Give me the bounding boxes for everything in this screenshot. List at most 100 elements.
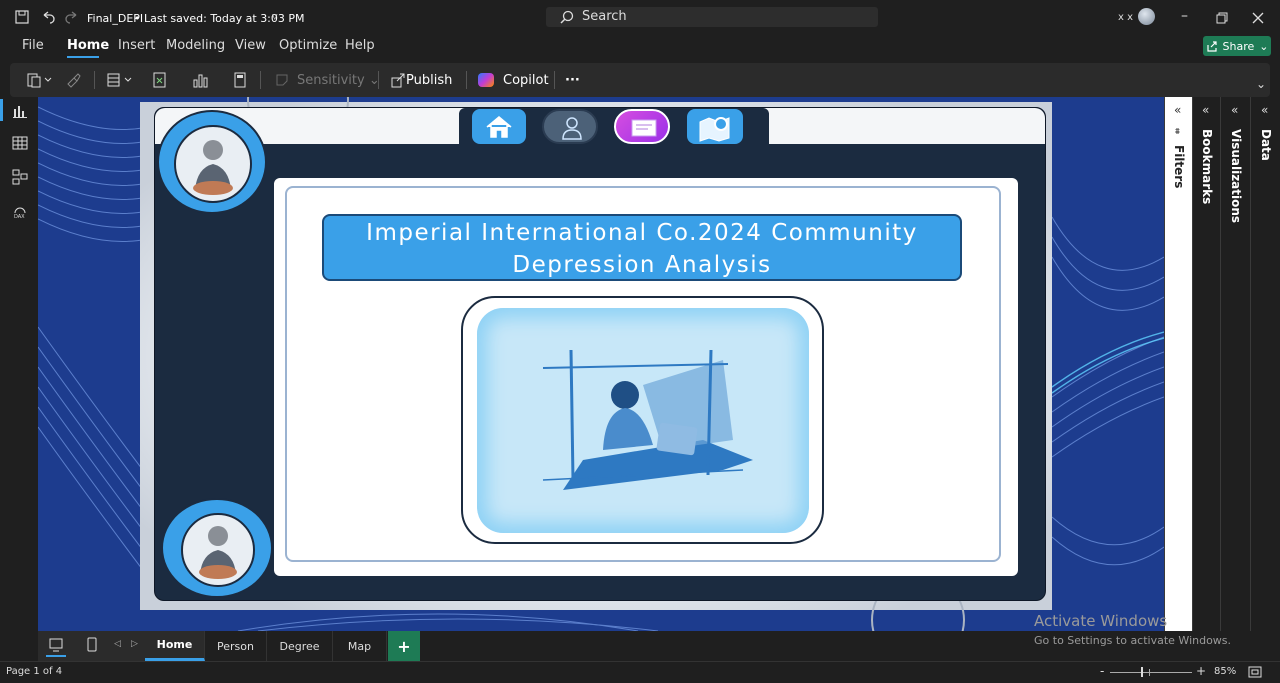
report-title-line2: Depression Analysis [512,252,772,278]
tab-map[interactable]: Map [333,631,387,661]
get-data-icon[interactable] [106,72,136,88]
redo-icon[interactable] [64,9,80,25]
search-placeholder: Search [582,9,627,24]
search-box[interactable]: Search [546,7,878,27]
filter-icon: ⩩ [1175,127,1180,137]
certificate-icon [631,119,657,137]
visualizations-label: Visualizations [1229,129,1243,224]
next-page-icon[interactable]: ▷ [131,639,138,649]
chevron-down-icon[interactable]: ⌄ [1256,77,1266,91]
ribbon-toolbar: Sensitivity ⌄ Publish Copilot ··· ⌄ [10,63,1270,97]
tab-degree[interactable]: Degree [267,631,333,661]
visualizations-pane[interactable]: « Visualizations [1220,97,1250,631]
active-menu-underline [67,56,99,58]
minimize-icon[interactable]: – [1181,8,1188,24]
sensitivity-icon[interactable] [274,72,290,88]
format-painter-icon[interactable] [66,72,82,88]
share-icon [1206,41,1217,52]
publish-button[interactable]: Publish [406,69,452,91]
desktop-layout-icon[interactable] [48,637,64,653]
zoom-out-button[interactable]: - [1100,664,1104,678]
menu-home[interactable]: Home [67,38,109,53]
expand-visualizations-icon[interactable]: « [1231,103,1238,117]
content-card: Imperial International Co.2024 Community… [274,178,1018,576]
zoom-slider-thumb[interactable] [1141,667,1143,677]
menu-bar: File Home Insert Modeling View Optimize … [0,34,1280,60]
share-label: Share [1222,39,1255,53]
sensitivity-button[interactable]: Sensitivity ⌄ [297,69,380,91]
menu-view[interactable]: View [235,38,266,53]
nav-map-button[interactable] [687,109,743,144]
expand-data-icon[interactable]: « [1261,103,1268,117]
menu-help[interactable]: Help [345,38,375,53]
report-title-banner: Imperial International Co.2024 Community… [322,214,962,281]
save-icon[interactable] [14,9,30,25]
add-page-button[interactable]: + [388,631,420,661]
page-indicator: Page 1 of 4 [6,666,63,677]
chart-icon[interactable] [192,72,208,88]
paste-icon[interactable] [26,72,54,88]
filters-label: Filters [1172,145,1186,189]
avatar-bottom [161,498,273,598]
more-options-button[interactable]: ··· [565,69,580,91]
save-status: • Last saved: Today at 3:03 PM [134,12,305,25]
sad-person-icon [174,125,252,203]
menu-optimize[interactable]: Optimize [279,38,337,53]
undo-icon[interactable] [40,9,56,25]
report-canvas[interactable]: Imperial International Co.2024 Community… [38,97,1164,631]
close-icon[interactable] [1252,12,1264,24]
data-pane[interactable]: « Data [1250,97,1280,631]
activate-windows-title: Activate Windows [1034,612,1168,630]
sensitivity-label: Sensitivity [297,72,365,88]
view-switcher: DAX [0,97,38,631]
nav-bar [459,108,769,145]
calculator-icon[interactable] [232,72,248,88]
svg-text:DAX: DAX [14,214,25,219]
dax-query-icon[interactable]: DAX [12,203,28,219]
excel-icon[interactable] [152,72,168,88]
user-initials: x x [1118,12,1134,23]
side-panes: « ⩩ Filters « Bookmarks « Visualizations… [1164,97,1280,631]
report-title-line1: Imperial International Co.2024 Community [366,220,918,246]
menu-insert[interactable]: Insert [118,38,155,53]
tab-home[interactable]: Home [145,631,205,661]
prev-page-icon[interactable]: ◁ [114,639,121,649]
menu-file[interactable]: File [22,38,44,53]
avatar[interactable] [1138,8,1155,25]
restore-icon[interactable] [1216,12,1228,24]
depressed-woman-illustration [542,349,753,490]
expand-bookmarks-icon[interactable]: « [1202,103,1209,117]
illustration-frame [461,296,824,544]
chevron-down-icon[interactable]: ▿ [272,10,278,23]
expand-filters-icon[interactable]: « [1174,103,1181,117]
menu-modeling[interactable]: Modeling [166,38,225,53]
tab-person[interactable]: Person [205,631,267,661]
model-view-icon[interactable] [12,169,28,185]
status-bar: Page 1 of 4 - + 85% [0,661,1280,683]
nav-home-button[interactable] [472,109,526,144]
avatar-top [157,110,267,214]
table-view-icon[interactable] [12,135,28,151]
activate-windows-subtitle: Go to Settings to activate Windows. [1034,634,1232,647]
copilot-button[interactable]: Copilot [503,69,549,91]
fit-to-page-icon[interactable] [1248,666,1262,678]
nav-person-button[interactable] [542,109,598,144]
bookmarks-pane[interactable]: « Bookmarks [1192,97,1220,631]
publish-icon[interactable] [390,72,406,88]
report-page: Imperial International Co.2024 Community… [154,107,1046,601]
person-icon [562,117,582,140]
zoom-slider[interactable] [1110,672,1192,673]
chevron-down-icon: ⌄ [1259,39,1269,53]
copilot-icon[interactable] [478,73,494,87]
map-icon [699,117,730,142]
zoom-level: 85% [1214,666,1237,677]
mobile-layout-icon[interactable] [85,637,99,653]
nav-degree-button[interactable] [614,109,670,144]
sad-person-icon [181,513,255,587]
zoom-in-button[interactable]: + [1196,664,1206,678]
title-bar: Final_DEPI • Last saved: Today at 3:03 P… [0,0,1280,34]
report-view-icon[interactable] [12,103,28,119]
search-icon [560,10,574,24]
filters-pane[interactable]: « ⩩ Filters [1164,97,1192,631]
share-button[interactable]: Share ⌄ [1203,36,1271,56]
